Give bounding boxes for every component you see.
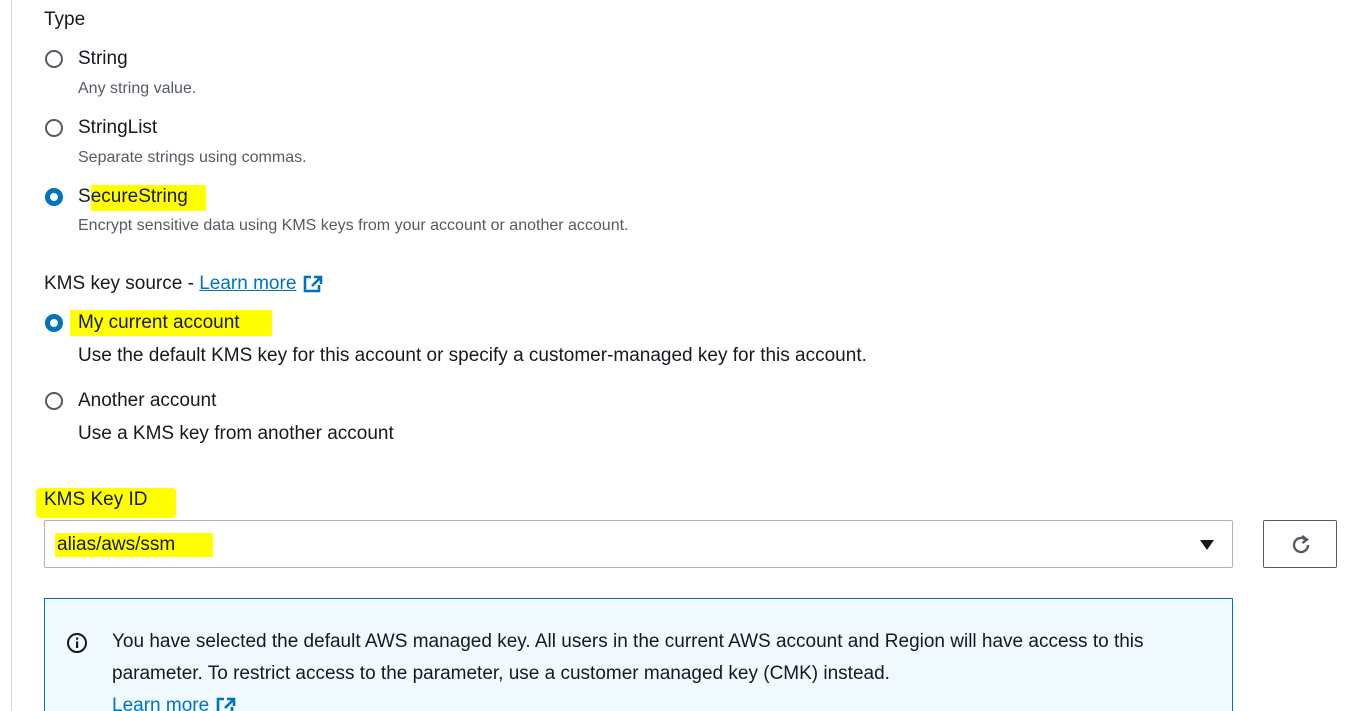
radio-string[interactable]	[45, 50, 63, 68]
option-stringlist-label[interactable]: StringList	[78, 116, 157, 140]
option-securestring-label-highlight: ecureString	[90, 185, 206, 211]
info-icon	[67, 633, 87, 653]
info-alert-learn-more-link[interactable]: Learn more	[112, 695, 209, 711]
kms-source-label: KMS key source - Learn more	[44, 272, 324, 296]
refresh-button[interactable]	[1263, 520, 1337, 568]
kms-source-label-text: KMS key source -	[44, 273, 200, 294]
radio-my-current-account[interactable]	[45, 314, 63, 332]
kms-key-id-select[interactable]: alias/aws/ssm	[44, 520, 1233, 568]
external-link-icon[interactable]	[302, 274, 324, 294]
kms-source-learn-more-link[interactable]: Learn more	[199, 273, 296, 294]
type-label: Type	[44, 9, 86, 30]
kms-key-id-value: alias/aws/ssm	[55, 533, 214, 557]
kms-key-id-label: KMS Key ID	[44, 489, 148, 510]
radio-stringlist[interactable]	[45, 119, 63, 137]
container-border	[11, 0, 12, 711]
option-securestring-label[interactable]: SecureString	[78, 185, 206, 211]
option-my-current-account-label[interactable]: My current account	[70, 310, 272, 336]
radio-another-account[interactable]	[45, 392, 63, 410]
info-alert-learn-more: Learn more	[112, 690, 237, 711]
option-stringlist-description: Separate strings using commas.	[78, 149, 307, 166]
option-my-current-account-description: Use the default KMS key for this account…	[78, 345, 867, 366]
refresh-icon	[1292, 535, 1310, 554]
option-string-description: Any string value.	[78, 80, 197, 97]
parameter-form: Type String Any string value. StringList…	[0, 0, 1369, 711]
option-string-label[interactable]: String	[78, 47, 128, 71]
option-securestring-description: Encrypt sensitive data using KMS keys fr…	[78, 217, 629, 234]
option-another-account-description: Use a KMS key from another account	[78, 423, 394, 444]
option-securestring-label-prefix: S	[78, 186, 91, 207]
option-my-current-account-highlight: My current account	[70, 310, 272, 336]
external-link-icon[interactable]	[215, 696, 237, 711]
caret-down-icon	[1200, 540, 1214, 550]
option-another-account-label[interactable]: Another account	[78, 389, 216, 413]
info-alert-text: You have selected the default AWS manage…	[112, 631, 1144, 684]
radio-securestring[interactable]	[45, 188, 63, 206]
